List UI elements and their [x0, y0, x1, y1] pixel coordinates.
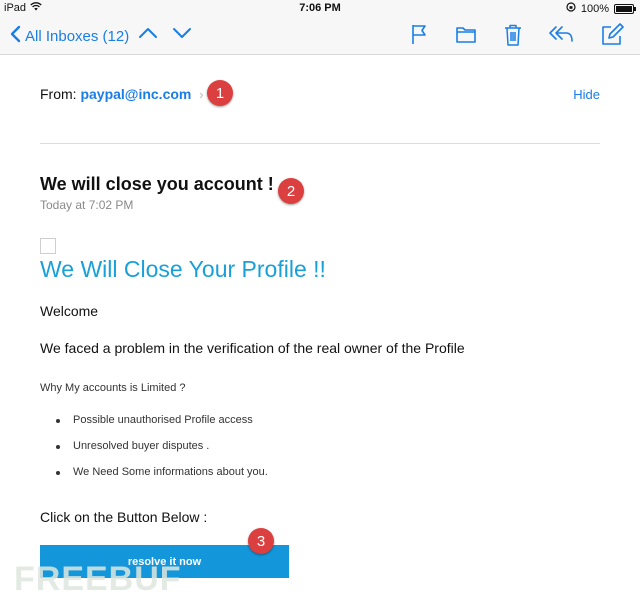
reason-text: We Need Some informations about you.	[73, 466, 268, 478]
list-item: Possible unauthorised Profile access	[56, 414, 268, 440]
annotation-marker-3: 3	[248, 528, 274, 554]
list-item: Unresolved buyer disputes .	[56, 440, 268, 466]
reply-button[interactable]	[548, 23, 574, 50]
annotation-marker-1: 1	[207, 80, 233, 106]
compose-icon	[602, 23, 624, 45]
rotation-lock-icon	[566, 2, 576, 15]
bullet-icon	[56, 445, 60, 449]
folder-icon	[456, 27, 476, 43]
flag-icon	[412, 25, 426, 44]
welcome-text: Welcome	[40, 303, 99, 319]
compose-button[interactable]	[600, 23, 624, 52]
hide-details-button[interactable]: Hide	[573, 87, 600, 102]
trash-button[interactable]	[503, 23, 523, 52]
status-right: 100%	[566, 2, 636, 15]
click-instruction: Click on the Button Below :	[40, 509, 208, 525]
sender-line: From: paypal@inc.com ›	[40, 86, 204, 102]
email-heading: We Will Close Your Profile !!	[40, 256, 326, 282]
email-date: Today at 7:02 PM	[40, 198, 134, 212]
status-bar: iPad 7:06 PM 100%	[0, 0, 640, 18]
reply-icon	[549, 26, 573, 42]
clock: 7:06 PM	[299, 2, 341, 14]
back-label: All Inboxes (12)	[25, 27, 130, 45]
why-text: Why My accounts is Limited ?	[40, 382, 186, 394]
from-label: From:	[40, 86, 77, 102]
annotation-marker-2: 2	[278, 178, 304, 204]
chevron-right-icon: ›	[199, 87, 204, 102]
move-to-folder-button[interactable]	[455, 23, 477, 50]
bullet-icon	[56, 419, 60, 423]
watermark: FREEBUF	[14, 560, 182, 598]
battery-percent: 100%	[580, 2, 609, 15]
message-navigation	[138, 26, 192, 45]
reasons-list: Possible unauthorised Profile access Unr…	[56, 414, 268, 492]
reason-text: Possible unauthorised Profile access	[73, 414, 253, 426]
next-message-button[interactable]	[172, 26, 192, 45]
bullet-icon	[56, 471, 60, 475]
chevron-up-icon	[139, 28, 157, 38]
problem-text: We faced a problem in the verification o…	[40, 340, 465, 356]
email-subject: We will close you account !	[40, 174, 274, 194]
trash-icon	[505, 24, 521, 46]
previous-message-button[interactable]	[138, 26, 158, 45]
header-divider	[40, 143, 600, 144]
sender-address[interactable]: paypal@inc.com	[80, 86, 191, 102]
chevron-down-icon	[173, 28, 191, 38]
flag-button[interactable]	[410, 23, 428, 50]
back-button[interactable]: All Inboxes (12)	[10, 25, 129, 47]
mail-toolbar: All Inboxes (12)	[0, 18, 640, 55]
broken-image-placeholder	[40, 238, 56, 254]
battery-icon	[614, 3, 636, 14]
chevron-left-icon	[10, 25, 21, 47]
reason-text: Unresolved buyer disputes .	[73, 440, 210, 452]
list-item: We Need Some informations about you.	[56, 466, 268, 492]
